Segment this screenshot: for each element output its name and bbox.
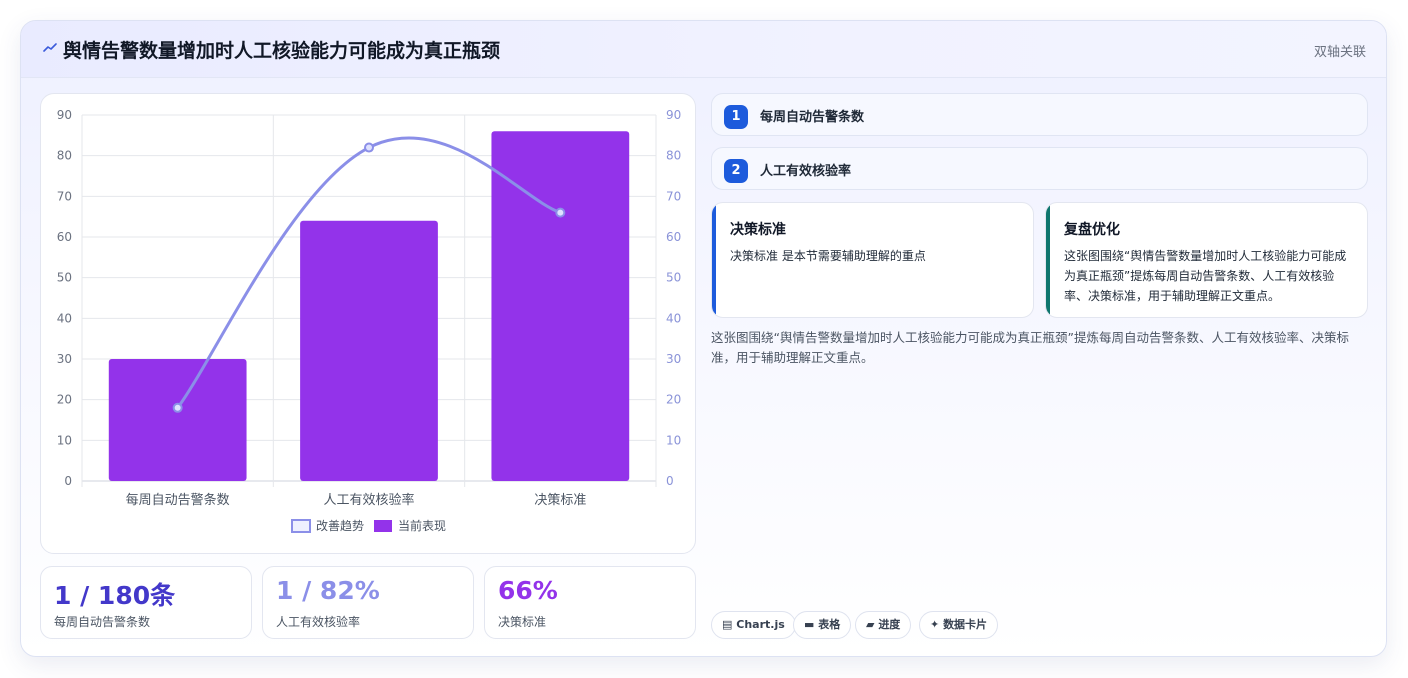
note-title: 决策标准 [730,222,786,238]
pill-data-card[interactable]: ✦ 数据卡片 [919,611,999,639]
stat-value: 66% [498,576,558,605]
step-number-badge: 1 [724,105,748,129]
y-tick-label: 20 [57,393,72,407]
y2-tick-label: 90 [666,108,681,122]
y2-tick-label: 10 [666,433,681,447]
note-accent-bar [712,203,716,317]
pill-table[interactable]: ▬ 表格 [793,611,852,639]
step-label: 人工有效核验率 [760,164,852,179]
chart-icon: ▤ [722,618,733,631]
chart-card: 舆情告警数量增加时人工核验能力可能成为真正瓶颈 双轴关联 0 0 10 10 20 20 3… [20,20,1387,657]
pill-label: 表格 [818,618,841,631]
progress-icon: ▰ [866,618,875,631]
stat-card-weekly-alerts: 1 / 180条 每周自动告警条数 [40,566,252,639]
note-card-decision: 决策标准 决策标准 是本节需要辅助理解的重点 [711,202,1034,318]
pill-chartjs[interactable]: ▤ Chart.js [711,611,796,639]
sparkle-icon: ✦ [930,618,940,631]
stat-label: 每周自动告警条数 [54,615,151,629]
y2-tick-label: 20 [666,393,681,407]
note-body: 决策标准 是本节需要辅助理解的重点 [730,249,926,263]
stat-value: 1 / 180条 [54,581,176,610]
y-tick-label: 0 [64,474,72,488]
stat-label: 决策标准 [498,615,547,629]
y2-tick-label: 50 [666,271,681,285]
trend-point-3 [555,207,566,218]
page-title: 舆情告警数量增加时人工核验能力可能成为真正瓶颈 [63,40,501,62]
step-label: 每周自动告警条数 [760,110,865,125]
bar-layer [108,131,630,481]
legend-label-bar: 当前表现 [398,518,446,533]
table-icon: ▬ [804,618,815,631]
y-tick-label: 90 [57,108,72,122]
stat-value: 1 / 82% [276,576,380,605]
y-tick-label: 10 [57,433,72,447]
y2-tick-label: 40 [666,311,681,325]
note-accent-bar [1046,203,1050,317]
x-tick-label: 人工有效核验率 [323,492,414,508]
stat-card-decision: 66% 决策标准 [484,566,696,639]
note-body: 这张图围绕“舆情告警数量增加时人工核验能力可能成为真正瓶颈”提炼每周自动告警条数… [1064,249,1347,303]
y-tick-label: 30 [57,352,72,366]
bar-2 [300,220,438,481]
pill-progress[interactable]: ▰ 进度 [855,611,912,639]
header-tag: 双轴关联 [1313,45,1366,60]
trend-point-2 [364,142,374,153]
step-number-badge: 2 [724,159,748,183]
y-tick-label: 80 [57,149,72,163]
y2-tick-label: 30 [666,352,681,366]
bar-1 [108,359,247,481]
y2-tick-label: 0 [666,474,674,488]
step-item-1: 1 每周自动告警条数 [711,93,1368,136]
x-tick-label: 决策标准 [534,492,586,508]
legend[interactable]: 改善趋势 当前表现 [291,518,446,533]
combo-chart: 0 0 10 10 20 20 30 30 40 40 50 50 60 60 70 70 80 80 90 90 每周… [40,93,696,554]
step-item-2: 2 人工有效核验率 [711,147,1368,190]
y2-tick-label: 80 [666,149,681,163]
legend-swatch-trend [291,519,311,533]
note-title: 复盘优化 [1064,222,1120,238]
pill-label: 数据卡片 [943,618,988,631]
y2-tick-label: 70 [666,189,681,203]
x-tick-label: 每周自动告警条数 [126,492,230,508]
pill-label: 进度 [878,618,901,631]
y-tick-label: 50 [57,271,72,285]
trend-point-1 [172,402,183,413]
y2-tick-label: 60 [666,230,681,244]
stat-card-verify-rate: 1 / 82% 人工有效核验率 [262,566,474,639]
chart-canvas: 0 0 10 10 20 20 30 30 40 40 50 50 60 60 70 70 80 80 90 90 每周… [57,108,681,533]
note-card-review: 复盘优化 这张图围绕“舆情告警数量增加时人工核验能力可能成为真正瓶颈”提炼每周自… [1045,202,1368,318]
pill-label: Chart.js [736,618,785,631]
legend-label-trend: 改善趋势 [316,518,364,533]
y-tick-label: 60 [57,230,72,244]
y-tick-label: 40 [57,311,72,325]
summary-text: 这张图围绕“舆情告警数量增加时人工核验能力可能成为真正瓶颈”提炼每周自动告警条数… [711,330,1349,365]
stat-label: 人工有效核验率 [276,615,361,629]
y-tick-label: 70 [57,189,72,203]
legend-swatch-bar [374,520,392,532]
card-header: 舆情告警数量增加时人工核验能力可能成为真正瓶颈 双轴关联 [21,21,1386,78]
trend-line-icon [43,43,57,52]
